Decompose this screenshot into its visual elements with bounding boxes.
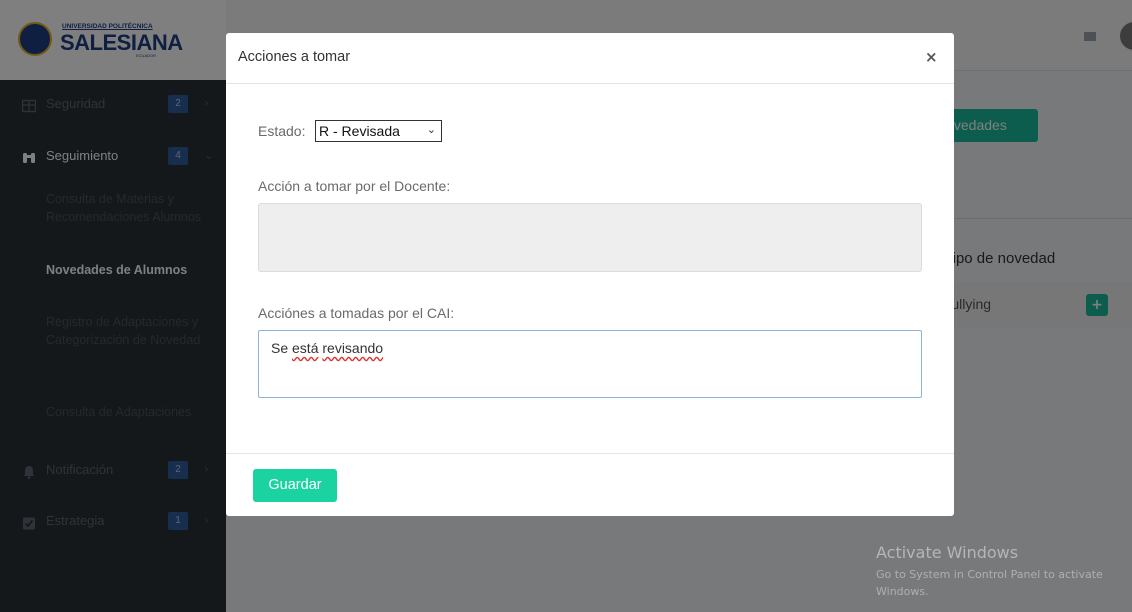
close-icon[interactable]: ×: [925, 48, 938, 66]
docente-action-textarea[interactable]: [258, 203, 922, 272]
modal-footer: Guardar: [226, 453, 954, 517]
docente-action-label: Acción a tomar por el Docente:: [258, 178, 451, 194]
chevron-down-icon: ⌄: [426, 124, 436, 136]
spellcheck-word: revisando: [322, 340, 384, 356]
modal-header: Acciones a tomar ×: [226, 33, 954, 84]
estado-selected-value: R - Revisada: [319, 123, 400, 139]
cai-actions-textarea[interactable]: Se está revisando: [258, 330, 922, 398]
estado-label: Estado:: [258, 123, 306, 139]
modal-title: Acciones a tomar: [238, 49, 351, 65]
windows-activation-subtitle: Go to System in Control Panel to activat…: [876, 568, 1103, 598]
windows-activation-title: Activate Windows: [876, 543, 1019, 562]
spellcheck-word: está: [292, 340, 319, 356]
estado-select[interactable]: R - Revisada ⌄: [315, 120, 442, 142]
guardar-button[interactable]: Guardar: [253, 469, 337, 502]
cai-actions-value: Se está revisando: [271, 340, 384, 356]
cai-actions-label: Acciónes a tomadas por el CAI:: [258, 305, 455, 321]
acciones-modal: Acciones a tomar × Estado: R - Revisada …: [226, 33, 954, 516]
